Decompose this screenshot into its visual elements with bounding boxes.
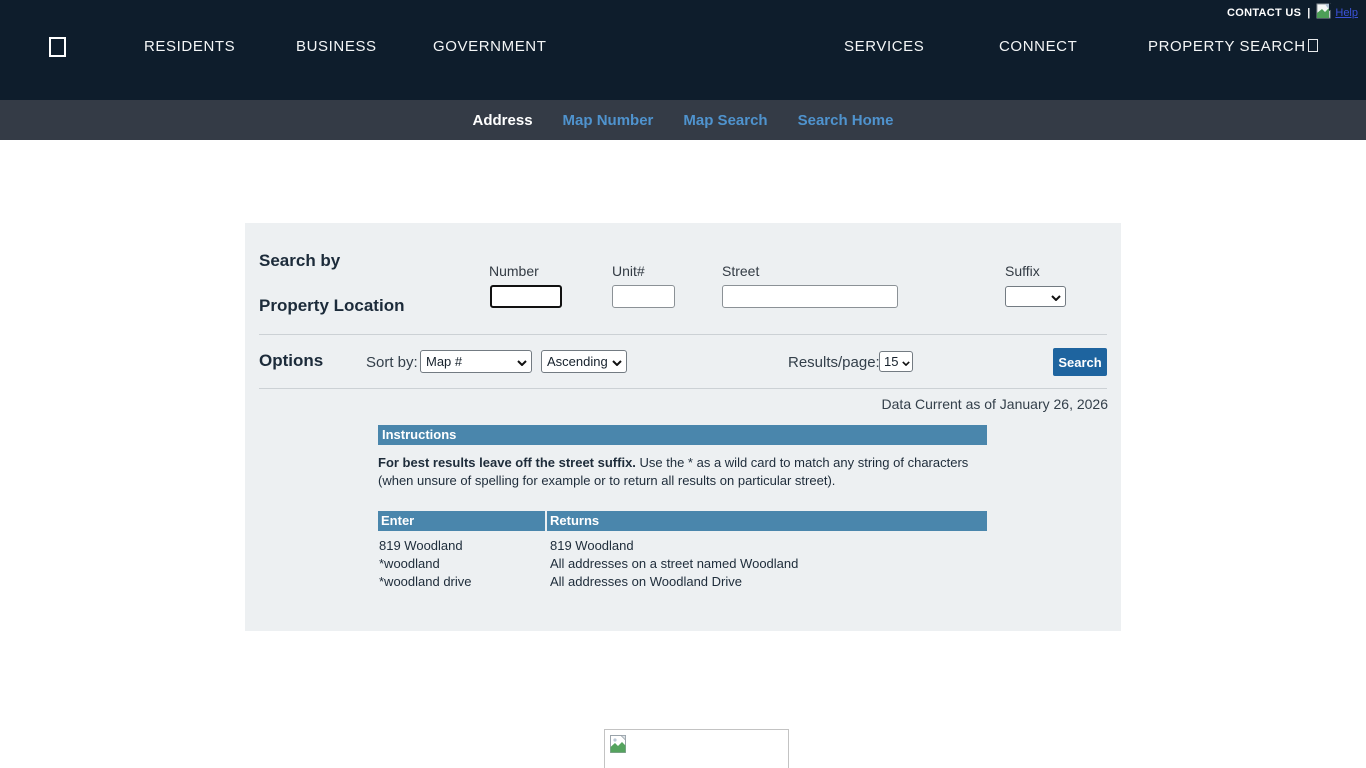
sort-field-value: Map #	[426, 354, 462, 369]
number-label: Number	[489, 263, 539, 279]
enter-column-header: Enter	[378, 511, 545, 531]
contact-us-link[interactable]: CONTACT US	[1227, 7, 1301, 19]
help-link-label: Help	[1335, 7, 1358, 19]
property-search-panel: Search by Property Location Number Unit#…	[245, 223, 1121, 631]
search-glyph-icon	[1308, 39, 1318, 52]
suffix-select[interactable]	[1005, 286, 1066, 307]
nav-item-government[interactable]: GOVERNMENT	[433, 38, 547, 55]
examples-table-rows: 819 Woodland 819 Woodland *woodland All …	[378, 531, 987, 591]
examples-table-header: Enter Returns	[378, 511, 987, 531]
street-input[interactable]	[722, 285, 898, 308]
broken-image-icon	[610, 735, 628, 753]
subnav-tab-search-home[interactable]: Search Home	[798, 112, 894, 129]
subnav-tab-map-number[interactable]: Map Number	[563, 112, 654, 129]
panel-heading-line2: Property Location	[259, 296, 404, 316]
enter-cell: 819 Woodland	[378, 537, 547, 555]
broken-image-icon	[1316, 3, 1334, 24]
results-per-page-value: 15	[884, 354, 898, 369]
search-subnav: Address Map Number Map Search Search Hom…	[0, 100, 1366, 140]
table-row: *woodland drive All addresses on Woodlan…	[378, 573, 987, 591]
results-per-page-label: Results/page:	[788, 354, 880, 371]
panel-heading-line1: Search by	[259, 251, 340, 271]
street-label: Street	[722, 263, 759, 279]
menu-glyph-icon[interactable]	[49, 37, 66, 57]
divider-bottom	[259, 388, 1107, 389]
nav-item-services[interactable]: SERVICES	[844, 38, 924, 55]
sort-direction-select[interactable]: Ascending	[541, 350, 627, 373]
examples-table: Enter Returns 819 Woodland 819 Woodland …	[378, 511, 987, 591]
sort-field-select[interactable]: Map #	[420, 350, 532, 373]
utility-separator: |	[1307, 7, 1310, 19]
nav-item-connect[interactable]: CONNECT	[999, 38, 1077, 55]
returns-cell: 819 Woodland	[547, 537, 987, 555]
results-per-page-select[interactable]: 15	[879, 351, 913, 372]
page: CONTACT US | Help RESIDENTS BUSINESS GOV…	[0, 0, 1366, 768]
footer-broken-image	[604, 729, 789, 768]
divider-top	[259, 334, 1107, 335]
instructions-bold-text: For best results leave off the street su…	[378, 455, 636, 470]
chevron-down-icon	[1051, 289, 1061, 304]
subnav-tab-map-search[interactable]: Map Search	[683, 112, 767, 129]
returns-column-header: Returns	[547, 511, 987, 531]
options-heading: Options	[259, 351, 323, 371]
sort-by-label: Sort by:	[366, 354, 418, 371]
returns-cell: All addresses on Woodland Drive	[547, 573, 987, 591]
instructions-header: Instructions	[378, 425, 987, 445]
enter-cell: *woodland	[378, 555, 547, 573]
enter-cell: *woodland drive	[378, 573, 547, 591]
search-button[interactable]: Search	[1053, 348, 1107, 376]
instructions-body: For best results leave off the street su…	[378, 445, 976, 490]
chevron-down-icon	[612, 354, 622, 369]
top-header: CONTACT US | Help RESIDENTS BUSINESS GOV…	[0, 0, 1366, 100]
nav-item-property-search[interactable]: PROPERTY SEARCH	[1148, 38, 1318, 55]
chevron-down-icon	[902, 354, 910, 369]
number-input[interactable]	[490, 285, 562, 308]
instructions-box: Instructions For best results leave off …	[378, 425, 987, 490]
unit-label: Unit#	[612, 263, 645, 279]
unit-input[interactable]	[612, 285, 675, 308]
suffix-label: Suffix	[1005, 263, 1040, 279]
nav-item-business[interactable]: BUSINESS	[296, 38, 377, 55]
chevron-down-icon	[517, 354, 527, 369]
table-row: 819 Woodland 819 Woodland	[378, 537, 987, 555]
table-row: *woodland All addresses on a street name…	[378, 555, 987, 573]
subnav-tab-address[interactable]: Address	[473, 112, 533, 129]
nav-item-residents[interactable]: RESIDENTS	[144, 38, 235, 55]
help-link[interactable]: Help	[1316, 3, 1358, 24]
returns-cell: All addresses on a street named Woodland	[547, 555, 987, 573]
data-current-text: Data Current as of January 26, 2026	[882, 396, 1108, 412]
sort-direction-value: Ascending	[547, 354, 608, 369]
utility-row: CONTACT US | Help	[1227, 3, 1358, 23]
